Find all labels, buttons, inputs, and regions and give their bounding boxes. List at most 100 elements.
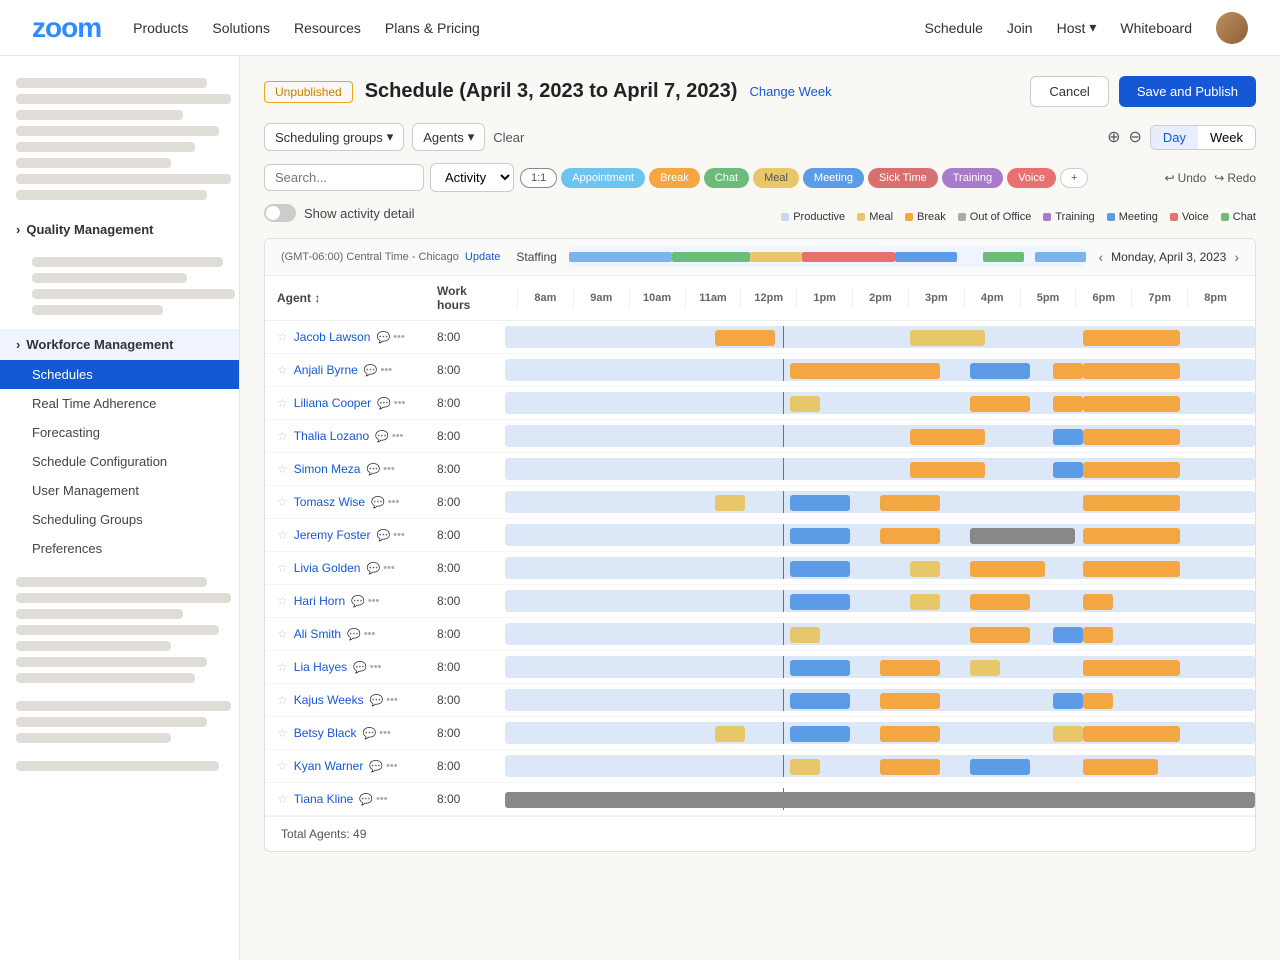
chat-icon[interactable]: 💬 bbox=[364, 364, 378, 377]
gantt-bar[interactable] bbox=[970, 528, 1075, 544]
cancel-button[interactable]: Cancel bbox=[1030, 76, 1108, 107]
more-icon[interactable]: ••• bbox=[388, 496, 400, 509]
gantt-bar[interactable] bbox=[1053, 726, 1083, 742]
scheduling-groups-select[interactable]: Scheduling groups ▾ bbox=[264, 123, 404, 151]
gantt-bar[interactable] bbox=[715, 726, 745, 742]
badge-voice[interactable]: Voice bbox=[1007, 168, 1056, 188]
gantt-bar[interactable] bbox=[910, 429, 985, 445]
chat-icon[interactable]: 💬 bbox=[347, 628, 361, 641]
star-icon[interactable]: ☆ bbox=[277, 594, 288, 608]
user-avatar[interactable] bbox=[1216, 12, 1248, 44]
gantt-bar[interactable] bbox=[880, 495, 940, 511]
gantt-bar[interactable] bbox=[1053, 693, 1083, 709]
chat-icon[interactable]: 💬 bbox=[366, 463, 380, 476]
more-icon[interactable]: ••• bbox=[381, 364, 393, 377]
gantt-bar[interactable] bbox=[790, 759, 820, 775]
star-icon[interactable]: ☆ bbox=[277, 363, 288, 377]
gantt-bar[interactable] bbox=[970, 627, 1030, 643]
gantt-bar[interactable] bbox=[910, 561, 940, 577]
gantt-bar[interactable] bbox=[1083, 528, 1181, 544]
gantt-bar[interactable] bbox=[880, 726, 940, 742]
chat-icon[interactable]: 💬 bbox=[370, 694, 384, 707]
agent-name[interactable]: Simon Meza bbox=[294, 462, 361, 476]
chat-icon[interactable]: 💬 bbox=[376, 331, 390, 344]
chat-icon[interactable]: 💬 bbox=[369, 760, 383, 773]
week-view-button[interactable]: Week bbox=[1198, 126, 1255, 149]
agent-name[interactable]: Kyan Warner bbox=[294, 759, 364, 773]
nav-products[interactable]: Products bbox=[133, 20, 188, 36]
star-icon[interactable]: ☆ bbox=[277, 528, 288, 542]
more-icon[interactable]: ••• bbox=[364, 628, 376, 641]
next-date-button[interactable]: › bbox=[1234, 249, 1239, 265]
more-icon[interactable]: ••• bbox=[383, 463, 395, 476]
chat-icon[interactable]: 💬 bbox=[377, 397, 391, 410]
gantt-bar[interactable] bbox=[1083, 726, 1181, 742]
nav-join[interactable]: Join bbox=[1007, 20, 1033, 36]
more-icon[interactable]: ••• bbox=[386, 760, 398, 773]
timeline-cell[interactable] bbox=[505, 684, 1255, 717]
gantt-bar[interactable] bbox=[1083, 429, 1181, 445]
timeline-cell[interactable] bbox=[505, 453, 1255, 486]
sidebar-item-schedule-config[interactable]: Schedule Configuration bbox=[0, 447, 239, 476]
gantt-bar[interactable] bbox=[1083, 693, 1113, 709]
more-icon[interactable]: ••• bbox=[393, 529, 405, 542]
gantt-bar[interactable] bbox=[970, 759, 1030, 775]
gantt-bar[interactable] bbox=[790, 561, 850, 577]
activity-toggle[interactable] bbox=[264, 204, 296, 222]
agents-select[interactable]: Agents ▾ bbox=[412, 123, 485, 151]
more-icon[interactable]: ••• bbox=[376, 793, 388, 806]
gantt-bar[interactable] bbox=[1053, 462, 1083, 478]
more-icon[interactable]: ••• bbox=[393, 331, 405, 344]
star-icon[interactable]: ☆ bbox=[277, 726, 288, 740]
agent-name[interactable]: Livia Golden bbox=[294, 561, 361, 575]
nav-resources[interactable]: Resources bbox=[294, 20, 361, 36]
gantt-bar[interactable] bbox=[1083, 627, 1113, 643]
day-view-button[interactable]: Day bbox=[1151, 126, 1198, 149]
agent-name[interactable]: Thalia Lozano bbox=[294, 429, 369, 443]
gantt-bar[interactable] bbox=[790, 363, 940, 379]
gantt-bar[interactable] bbox=[1083, 561, 1181, 577]
save-publish-button[interactable]: Save and Publish bbox=[1119, 76, 1256, 107]
gantt-bar[interactable] bbox=[1083, 330, 1181, 346]
more-icon[interactable]: ••• bbox=[392, 430, 404, 443]
star-icon[interactable]: ☆ bbox=[277, 429, 288, 443]
timeline-cell[interactable] bbox=[505, 354, 1255, 387]
gantt-bar[interactable] bbox=[1053, 396, 1083, 412]
sidebar-item-real-time[interactable]: Real Time Adherence bbox=[0, 389, 239, 418]
nav-plans-pricing[interactable]: Plans & Pricing bbox=[385, 20, 480, 36]
gantt-bar[interactable] bbox=[1083, 363, 1181, 379]
timeline-cell[interactable] bbox=[505, 387, 1255, 420]
clear-button[interactable]: Clear bbox=[493, 130, 524, 145]
gantt-bar[interactable] bbox=[970, 561, 1045, 577]
gantt-bar[interactable] bbox=[790, 660, 850, 676]
chat-icon[interactable]: 💬 bbox=[353, 661, 367, 674]
star-icon[interactable]: ☆ bbox=[277, 396, 288, 410]
chat-icon[interactable]: 💬 bbox=[366, 562, 380, 575]
agent-name[interactable]: Liliana Cooper bbox=[294, 396, 371, 410]
gantt-bar[interactable] bbox=[715, 330, 775, 346]
chat-icon[interactable]: 💬 bbox=[375, 430, 389, 443]
badge-appointment[interactable]: Appointment bbox=[561, 168, 645, 188]
gantt-bar[interactable] bbox=[790, 495, 850, 511]
nav-host[interactable]: Host ▾ bbox=[1057, 19, 1097, 36]
zoom-out-button[interactable]: ⊖ bbox=[1128, 127, 1141, 147]
badge-more[interactable]: + bbox=[1060, 168, 1088, 188]
gantt-bar[interactable] bbox=[910, 330, 985, 346]
sidebar-workforce-management[interactable]: › Workforce Management bbox=[0, 329, 239, 360]
gantt-bar[interactable] bbox=[790, 693, 850, 709]
gantt-bar[interactable] bbox=[790, 594, 850, 610]
timeline-cell[interactable] bbox=[505, 750, 1255, 783]
gantt-bar[interactable] bbox=[910, 462, 985, 478]
gantt-bar[interactable] bbox=[1083, 660, 1181, 676]
agent-name[interactable]: Lia Hayes bbox=[294, 660, 347, 674]
zoom-in-button[interactable]: ⊕ bbox=[1107, 127, 1120, 147]
gantt-bar[interactable] bbox=[790, 627, 820, 643]
badge-break[interactable]: Break bbox=[649, 168, 700, 188]
timeline-cell[interactable] bbox=[505, 585, 1255, 618]
badge-1-1[interactable]: 1:1 bbox=[520, 168, 557, 188]
sidebar-item-schedules[interactable]: Schedules bbox=[0, 360, 239, 389]
badge-meal[interactable]: Meal bbox=[753, 168, 799, 188]
star-icon[interactable]: ☆ bbox=[277, 462, 288, 476]
timeline-cell[interactable] bbox=[505, 717, 1255, 750]
undo-button[interactable]: ↩ Undo bbox=[1165, 171, 1207, 185]
